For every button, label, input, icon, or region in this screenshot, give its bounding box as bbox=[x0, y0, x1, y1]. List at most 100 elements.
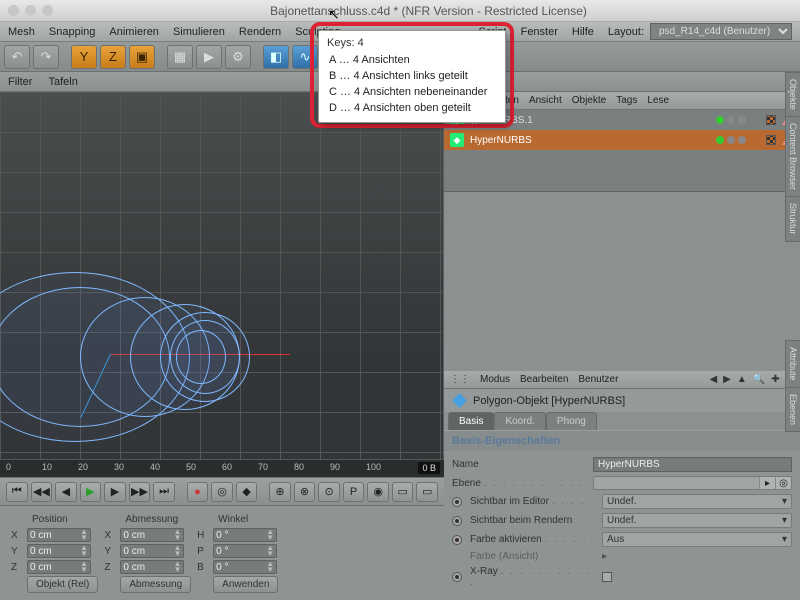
popup-header: Keys: 4 bbox=[325, 35, 499, 52]
attr-menu-bearbeiten[interactable]: Bearbeiten bbox=[520, 374, 568, 385]
prop-layer-strip[interactable]: ▸◎ bbox=[593, 476, 792, 490]
texture-tag-icon[interactable] bbox=[766, 135, 776, 145]
layout-select[interactable]: psd_R14_c4d (Benutzer) bbox=[650, 23, 792, 40]
dim-x-input[interactable]: 0 cm▲▼ bbox=[120, 528, 184, 542]
tab-koord[interactable]: Koord. bbox=[494, 412, 545, 430]
sidetab-struktur[interactable]: Struktur bbox=[785, 196, 800, 242]
ang-p-input[interactable]: 0 °▲▼ bbox=[213, 544, 277, 558]
om-menu-ansicht[interactable]: Ansicht bbox=[529, 95, 562, 106]
close-icon[interactable] bbox=[8, 5, 19, 16]
popup-item-a[interactable]: A … 4 Ansichten bbox=[325, 52, 499, 68]
prop-vis-editor-select[interactable]: Undef.▾ bbox=[602, 494, 792, 509]
window-controls[interactable] bbox=[8, 5, 53, 16]
radio-vis-render[interactable] bbox=[452, 516, 462, 526]
prop-name-input[interactable] bbox=[593, 457, 792, 472]
pla-key-button[interactable]: ◉ bbox=[367, 482, 389, 502]
tab-basis[interactable]: Basis bbox=[448, 412, 494, 430]
scale-key-button[interactable]: ⊙ bbox=[318, 482, 340, 502]
object-rel-button[interactable]: Objekt (Rel) bbox=[27, 576, 98, 593]
prev-key-button[interactable]: ◀◀ bbox=[31, 482, 53, 502]
attr-menu-modus[interactable]: Modus bbox=[480, 374, 510, 385]
subbar-tafeln[interactable]: Tafeln bbox=[48, 76, 77, 88]
rot-key-button[interactable]: ⊗ bbox=[294, 482, 316, 502]
pos-y-input[interactable]: 0 cm▲▼ bbox=[27, 544, 91, 558]
om-menu-objekte[interactable]: Objekte bbox=[572, 95, 606, 106]
abmessung-button[interactable]: Abmessung bbox=[120, 576, 191, 593]
axis-z-button[interactable]: Z bbox=[100, 45, 126, 69]
menu-animieren[interactable]: Animieren bbox=[109, 26, 159, 38]
menu-fenster[interactable]: Fenster bbox=[521, 26, 558, 38]
goto-end-button[interactable]: ⏭ bbox=[153, 482, 175, 502]
layer-target-icon[interactable]: ◎ bbox=[775, 477, 791, 489]
new-icon[interactable]: ✚ bbox=[771, 374, 779, 385]
render-view-button[interactable]: ▦ bbox=[167, 45, 193, 69]
minimize-icon[interactable] bbox=[25, 5, 36, 16]
pos-x-input[interactable]: 0 cm▲▼ bbox=[27, 528, 91, 542]
maximize-icon[interactable] bbox=[42, 5, 53, 16]
prev-frame-button[interactable]: ◀ bbox=[55, 482, 77, 502]
tab-phong[interactable]: Phong bbox=[546, 412, 597, 430]
om-menu-lese[interactable]: Lese bbox=[647, 95, 669, 106]
subbar-filter[interactable]: Filter bbox=[8, 76, 32, 88]
keyframe-button[interactable]: ◆ bbox=[236, 482, 258, 502]
primitive-cube-icon[interactable]: ◧ bbox=[263, 45, 289, 69]
ang-h-input[interactable]: 0 °▲▼ bbox=[213, 528, 277, 542]
popup-item-d[interactable]: D … 4 Ansichten oben geteilt bbox=[325, 100, 499, 116]
cube-icon[interactable]: ▣ bbox=[129, 45, 155, 69]
radio-xray[interactable] bbox=[452, 572, 462, 582]
pos-key-button[interactable]: ⊕ bbox=[269, 482, 291, 502]
nav-up-icon[interactable]: ▲ bbox=[737, 374, 747, 385]
param-key-button[interactable]: P bbox=[343, 482, 365, 502]
layer-picker-icon[interactable]: ▸ bbox=[759, 477, 775, 489]
nav-fwd-icon[interactable]: ▶ bbox=[723, 374, 731, 385]
popup-item-c[interactable]: C … 4 Ansichten nebeneinander bbox=[325, 84, 499, 100]
om-menu-tags[interactable]: Tags bbox=[616, 95, 637, 106]
prop-color-enable-select[interactable]: Aus▾ bbox=[602, 532, 792, 547]
menu-simulieren[interactable]: Simulieren bbox=[173, 26, 225, 38]
sidetab-attribute[interactable]: Attribute bbox=[785, 340, 800, 388]
playback-bar: ⏮ ◀◀ ◀ ▶ ▶ ▶▶ ⏭ ● ◎ ◆ ⊕ ⊗ ⊙ P ◉ ▭ ▭ bbox=[0, 477, 444, 505]
search-icon[interactable]: 🔍 bbox=[753, 374, 765, 385]
nav-back-icon[interactable]: ◀ bbox=[709, 374, 717, 385]
radio-color-enable[interactable] bbox=[452, 535, 462, 545]
menu-snapping[interactable]: Snapping bbox=[49, 26, 96, 38]
anwenden-button[interactable]: Anwenden bbox=[213, 576, 278, 593]
xray-checkbox[interactable] bbox=[602, 572, 612, 582]
record-button[interactable]: ● bbox=[187, 482, 209, 502]
object-row-selected[interactable]: ◆ HyperNURBS bbox=[444, 130, 800, 150]
next-key-button[interactable]: ▶▶ bbox=[129, 482, 151, 502]
menu-mesh[interactable]: Mesh bbox=[8, 26, 35, 38]
autokey-button[interactable]: ◎ bbox=[211, 482, 233, 502]
menu-rendern[interactable]: Rendern bbox=[239, 26, 281, 38]
side-tabs: Objekte Content Browser Struktur bbox=[785, 72, 800, 241]
redo-button[interactable]: ↷ bbox=[33, 45, 59, 69]
timeline-ruler[interactable]: 0 10 20 30 40 50 60 70 80 90 100 0 B bbox=[0, 459, 444, 477]
prop-name-label: Name bbox=[452, 459, 587, 470]
anim2-button[interactable]: ▭ bbox=[416, 482, 438, 502]
texture-tag-icon[interactable] bbox=[766, 115, 776, 125]
render-settings-button[interactable]: ⚙ bbox=[225, 45, 251, 69]
ang-b-input[interactable]: 0 °▲▼ bbox=[213, 560, 277, 574]
goto-start-button[interactable]: ⏮ bbox=[6, 482, 28, 502]
next-frame-button[interactable]: ▶ bbox=[104, 482, 126, 502]
color-arrow-icon: ▸ bbox=[602, 551, 607, 562]
pos-z-input[interactable]: 0 cm▲▼ bbox=[27, 560, 91, 574]
sidetab-ebenen[interactable]: Ebenen bbox=[785, 387, 800, 432]
render-button[interactable]: ▶ bbox=[196, 45, 222, 69]
axis-y-button[interactable]: Y bbox=[71, 45, 97, 69]
popup-item-b[interactable]: B … 4 Ansichten links geteilt bbox=[325, 68, 499, 84]
dim-z-input[interactable]: 0 cm▲▼ bbox=[120, 560, 184, 574]
keys-popup[interactable]: Keys: 4 A … 4 Ansichten B … 4 Ansichten … bbox=[318, 30, 506, 123]
sidetab-content-browser[interactable]: Content Browser bbox=[785, 116, 800, 197]
viewport-3d[interactable] bbox=[0, 92, 444, 459]
undo-button[interactable]: ↶ bbox=[4, 45, 30, 69]
attr-menu-benutzer[interactable]: Benutzer bbox=[578, 374, 618, 385]
sidetab-objekte[interactable]: Objekte bbox=[785, 72, 800, 117]
play-button[interactable]: ▶ bbox=[80, 482, 102, 502]
prop-vis-render-select[interactable]: Undef.▾ bbox=[602, 513, 792, 528]
menu-hilfe[interactable]: Hilfe bbox=[572, 26, 594, 38]
spline-icon[interactable]: ∿ bbox=[292, 45, 318, 69]
radio-vis-editor[interactable] bbox=[452, 497, 462, 507]
dim-y-input[interactable]: 0 cm▲▼ bbox=[120, 544, 184, 558]
anim-button[interactable]: ▭ bbox=[392, 482, 414, 502]
